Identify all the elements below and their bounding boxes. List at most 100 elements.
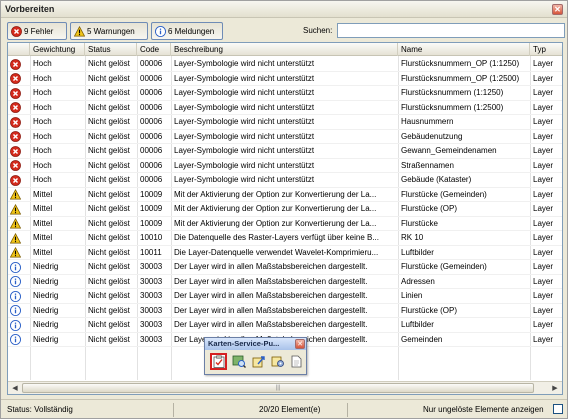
warning-icon: [10, 203, 21, 215]
floating-toolbar-close-button[interactable]: ✕: [295, 339, 305, 349]
cell-beschreibung: Layer-Symbologie wird nicht unterstützt: [174, 88, 315, 97]
preview-button[interactable]: [230, 353, 247, 370]
cell-gewichtung: Hoch: [33, 102, 52, 112]
scroll-right-icon[interactable]: ▶: [549, 383, 561, 394]
publish-icon: [252, 356, 265, 368]
scrollbar-thumb[interactable]: |||: [22, 383, 534, 393]
cell-name: Hausnummern: [401, 117, 454, 126]
cell-beschreibung: Layer-Symbologie wird nicht unterstützt: [174, 160, 315, 170]
cell-beschreibung: Der Layer wird in allen Maßstabsbereiche…: [174, 276, 368, 286]
cell-severity-icon: [8, 231, 30, 245]
cell-typ: Layer: [533, 204, 554, 213]
error-icon: [10, 174, 21, 186]
cell-gewichtung: Mittel: [33, 189, 53, 199]
cell-code: 10010: [140, 233, 163, 242]
cell-code: 30003: [140, 276, 163, 286]
cell-name: Gebäudenutzung: [401, 131, 463, 141]
search-input[interactable]: [337, 23, 565, 38]
column-header-icon[interactable]: [8, 43, 30, 56]
horizontal-scrollbar[interactable]: ◀ ||| ▶: [8, 381, 562, 394]
table-header: Gewichtung Status Code Beschreibung Name…: [8, 43, 562, 56]
warnings-filter-button[interactable]: 5 Warnungen: [70, 22, 148, 40]
table-row[interactable]: Hoch Nicht gelöst 00006 Layer-Symbologie wi…: [8, 101, 562, 115]
cell-beschreibung: Die Layer-Datenquelle verwendet Wavelet-…: [174, 247, 379, 257]
filter-toolbar: 9 Fehler 5 Warnungen 6 Meldungen Suchen:: [7, 22, 565, 40]
table-row[interactable]: Hoch Nicht gelöst 00006 Layer-Symbologie wi…: [8, 173, 562, 188]
table-row[interactable]: Mittel Nicht gelöst 10010 Die Datenquelle d…: [8, 231, 562, 246]
error-icon: [11, 26, 22, 37]
cell-code: 00006: [140, 88, 163, 97]
table-row[interactable]: Mittel Nicht gelöst 10009 Mit der Aktivieru…: [8, 188, 562, 202]
errors-filter-button[interactable]: 9 Fehler: [7, 22, 67, 40]
table-row[interactable]: Niedrig Nicht gelöst 30003 Der Layer wird i…: [8, 289, 562, 304]
cell-severity-icon: [8, 130, 30, 144]
cell-code: 10009: [140, 204, 163, 213]
table-row[interactable]: Hoch Nicht gelöst 00006 Layer-Symbologie wi…: [8, 130, 562, 144]
analyze-button[interactable]: [210, 353, 227, 370]
table-row[interactable]: Mittel Nicht gelöst 10011 Die Layer-Datenqu…: [8, 246, 562, 260]
table-row[interactable]: Mittel Nicht gelöst 10009 Mit der Aktivieru…: [8, 202, 562, 217]
cell-code: 10009: [140, 189, 163, 199]
cell-gewichtung: Hoch: [33, 131, 52, 141]
warning-icon: [10, 232, 21, 244]
cell-name: Flurstücksnummern (1:2500): [401, 102, 504, 112]
table-row[interactable]: Niedrig Nicht gelöst 30003 Der Layer wird i…: [8, 260, 562, 275]
table-row[interactable]: Niedrig Nicht gelöst 30003 Der Layer wird i…: [8, 304, 562, 318]
cell-status: Nicht gelöst: [88, 73, 130, 83]
table-row[interactable]: Niedrig Nicht gelöst 30003 Der Layer wird i…: [8, 275, 562, 289]
vorbereiten-window: Vorbereiten ✕ 9 Fehler 5 Warnungen 6 Mel…: [0, 0, 568, 419]
column-header-gewichtung[interactable]: Gewichtung: [30, 43, 85, 56]
cell-beschreibung: Mit der Aktivierung der Option zur Konve…: [174, 204, 377, 213]
cell-beschreibung: Layer-Symbologie wird nicht unterstützt: [174, 102, 315, 112]
cell-beschreibung: Die Datenquelle des Raster-Layers verfüg…: [174, 233, 379, 242]
status-divider: [173, 403, 174, 417]
table-row[interactable]: Hoch Nicht gelöst 00006 Layer-Symbologie wi…: [8, 57, 562, 72]
table-row[interactable]: Hoch Nicht gelöst 00006 Layer-Symbologie wi…: [8, 72, 562, 86]
table-row[interactable]: Hoch Nicht gelöst 00006 Layer-Symbologie wi…: [8, 144, 562, 159]
error-icon: [10, 131, 21, 143]
warning-icon: [10, 189, 21, 200]
cell-beschreibung: Der Layer wird in allen Maßstabsbereiche…: [174, 291, 368, 300]
errors-filter-label: 9 Fehler: [24, 26, 54, 36]
cell-gewichtung: Niedrig: [33, 334, 59, 344]
column-header-status[interactable]: Status: [85, 43, 137, 56]
warning-icon: [10, 247, 21, 258]
column-header-beschreibung[interactable]: Beschreibung: [171, 43, 398, 56]
close-button[interactable]: ✕: [552, 4, 563, 15]
settings-button[interactable]: [269, 353, 286, 370]
unresolved-only-checkbox[interactable]: [553, 404, 563, 414]
cell-code: 00006: [140, 59, 163, 68]
publish-button[interactable]: [250, 353, 267, 370]
cell-beschreibung: Layer-Symbologie wird nicht unterstützt: [174, 175, 315, 184]
cell-status: Nicht gelöst: [88, 204, 130, 213]
cell-name: Flurstücke: [401, 218, 438, 228]
column-header-code[interactable]: Code: [137, 43, 171, 56]
element-count: 20/20 Element(e): [259, 405, 321, 414]
warning-icon: [74, 26, 85, 37]
cell-code: 00006: [140, 73, 163, 83]
scroll-left-icon[interactable]: ◀: [9, 383, 21, 394]
floating-toolbar-title[interactable]: Karten-Service-Pu...: [205, 338, 306, 350]
table-row[interactable]: Hoch Nicht gelöst 00006 Layer-Symbologie wi…: [8, 159, 562, 173]
table-row[interactable]: Hoch Nicht gelöst 00006 Layer-Symbologie wi…: [8, 86, 562, 101]
cell-severity-icon: [8, 86, 30, 100]
table-row[interactable]: Mittel Nicht gelöst 10009 Mit der Aktivieru…: [8, 217, 562, 231]
messages-filter-button[interactable]: 6 Meldungen: [151, 22, 223, 40]
document-button[interactable]: [288, 353, 305, 370]
table-row[interactable]: Hoch Nicht gelöst 00006 Layer-Symbologie wi…: [8, 115, 562, 130]
cell-code: 00006: [140, 175, 163, 184]
cell-typ: Layer: [533, 102, 554, 112]
cell-status: Nicht gelöst: [88, 131, 130, 141]
cell-status: Nicht gelöst: [88, 262, 130, 271]
cell-beschreibung: Layer-Symbologie wird nicht unterstützt: [174, 59, 315, 68]
unresolved-only-label: Nur ungelöste Elemente anzeigen: [423, 405, 544, 414]
column-header-name[interactable]: Name: [398, 43, 530, 56]
cell-status: Nicht gelöst: [88, 305, 130, 315]
cell-status: Nicht gelöst: [88, 334, 130, 344]
cell-typ: Layer: [533, 160, 554, 170]
cell-code: 30003: [140, 291, 163, 300]
cell-code: 10011: [140, 247, 162, 257]
table-row[interactable]: Niedrig Nicht gelöst 30003 Der Layer wird i…: [8, 318, 562, 333]
column-header-typ[interactable]: Typ: [530, 43, 562, 56]
cell-name: Gemeinden: [401, 334, 443, 344]
